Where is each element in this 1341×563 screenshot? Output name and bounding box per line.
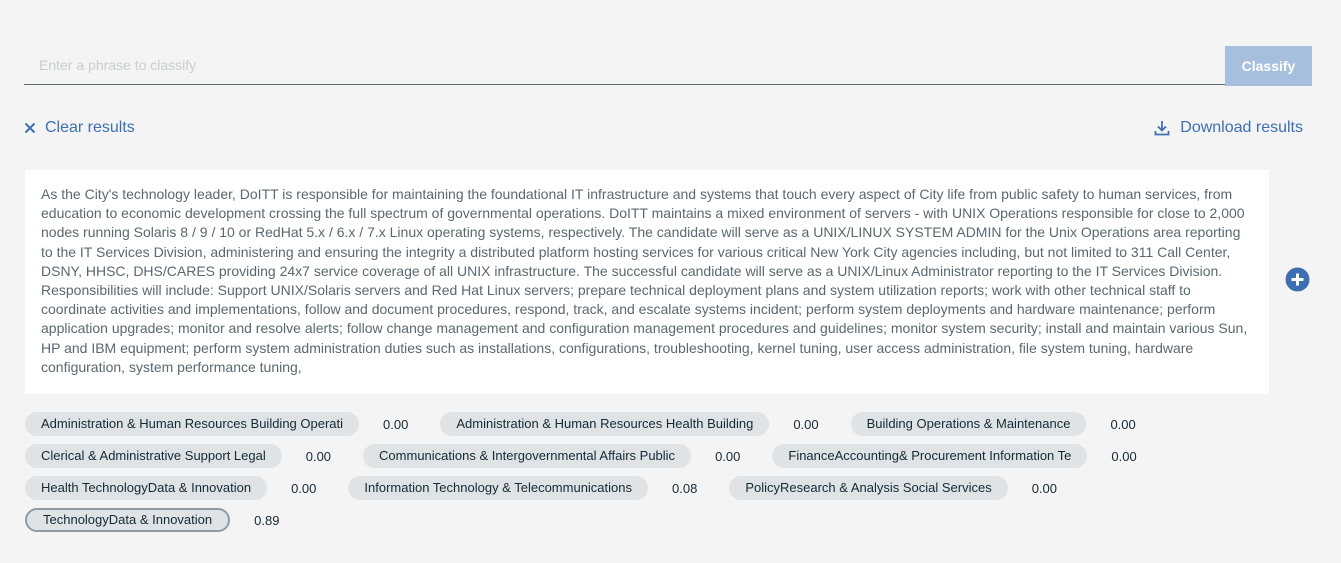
result-item: TechnologyData & Innovation 0.89 (25, 508, 279, 532)
class-tag[interactable]: Health TechnologyData & Innovation (25, 476, 268, 500)
class-tag[interactable]: Information Technology & Telecommunicati… (348, 476, 649, 500)
download-results-button[interactable]: Download results (1154, 117, 1303, 139)
class-score: 0.00 (1110, 416, 1136, 432)
class-score: 0.89 (254, 512, 280, 528)
result-item: Information Technology & Telecommunicati… (348, 476, 697, 500)
class-tag[interactable]: Administration & Human Resources Buildin… (25, 412, 360, 436)
result-row: Health TechnologyData & Innovation 0.00 In… (25, 472, 1315, 504)
clear-results-label: Clear results (45, 119, 135, 136)
class-score: 0.08 (672, 480, 698, 496)
classify-bar: Classify (24, 46, 1312, 86)
class-score: 0.00 (1111, 448, 1137, 464)
classify-button[interactable]: Classify (1225, 46, 1312, 86)
result-item: Health TechnologyData & Innovation 0.00 (25, 476, 316, 500)
download-results-label: Download results (1180, 119, 1303, 136)
class-tag[interactable]: Clerical & Administrative Support Legal (25, 444, 282, 468)
class-score: 0.00 (793, 416, 819, 432)
download-icon (1154, 121, 1170, 136)
class-tag[interactable]: TechnologyData & Innovation (25, 508, 231, 532)
class-score: 0.00 (383, 416, 409, 432)
result-item: Clerical & Administrative Support Legal 0… (25, 444, 331, 468)
result-item: PolicyResearch & Analysis Social Service… (729, 476, 1057, 500)
add-filled-icon[interactable] (1285, 267, 1310, 292)
phrase-input[interactable] (24, 46, 1225, 85)
class-score: 0.00 (715, 448, 741, 464)
document-text-card: As the City's technology leader, DoITT i… (25, 170, 1269, 394)
close-icon (24, 122, 36, 134)
result-row: Administration & Human Resources Buildin… (25, 408, 1315, 440)
class-score: 0.00 (305, 448, 332, 464)
result-item: FinanceAccounting& Procurement Informati… (772, 444, 1137, 468)
class-tag[interactable]: Communications & Intergovernmental Affai… (363, 444, 692, 468)
result-row: Clerical & Administrative Support Legal 0… (25, 440, 1315, 472)
class-tag[interactable]: Administration & Human Resources Health … (440, 412, 770, 436)
result-row: TechnologyData & Innovation 0.89 (25, 504, 1315, 536)
document-text: As the City's technology leader, DoITT i… (41, 186, 1248, 375)
class-tag[interactable]: FinanceAccounting& Procurement Informati… (772, 444, 1088, 468)
result-item: Communications & Intergovernmental Affai… (363, 444, 740, 468)
classification-results: Administration & Human Resources Buildin… (25, 408, 1315, 536)
class-score: 0.00 (1031, 480, 1058, 496)
class-tag[interactable]: PolicyResearch & Analysis Social Service… (729, 476, 1008, 500)
result-item: Building Operations & Maintenance 0.00 (850, 412, 1136, 436)
class-tag[interactable]: Building Operations & Maintenance (850, 412, 1087, 436)
class-score: 0.00 (291, 480, 317, 496)
result-item: Administration & Human Resources Health … (440, 412, 819, 436)
clear-results-button[interactable]: Clear results (24, 117, 135, 139)
result-item: Administration & Human Resources Buildin… (25, 412, 408, 436)
